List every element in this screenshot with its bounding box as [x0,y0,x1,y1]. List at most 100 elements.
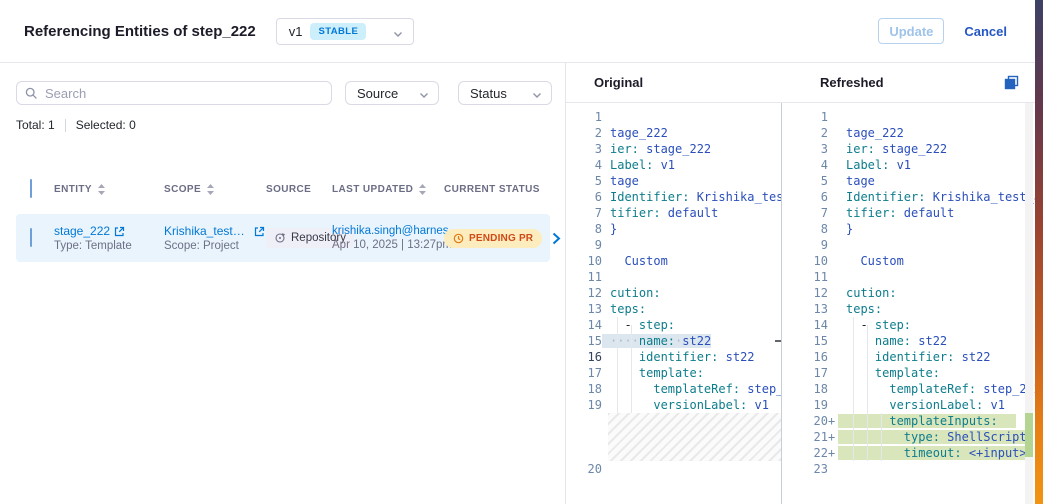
chevron-down-icon [393,26,403,36]
code-line[interactable]: 13teps: [782,301,1035,317]
code-line[interactable]: 14 - step: [566,317,781,333]
table-row[interactable]: stage_222 Type: Template Krishika_test_a… [16,214,550,262]
code-line[interactable]: 5tage [782,173,1035,189]
code-line[interactable]: 9 [782,237,1035,253]
cancel-button[interactable]: Cancel [964,24,1007,39]
code-line[interactable]: 16 identifier: st22 [782,349,1035,365]
overview-ruler[interactable] [1025,103,1033,504]
chevron-right-icon[interactable] [552,232,561,245]
code-text: Identifier: Krishika_test_aut [602,190,781,204]
code-line[interactable]: 13teps: [566,301,781,317]
entities-list-panel: Source Status Total: 1 [0,63,566,504]
column-header-scope: SCOPE [164,184,266,195]
scope-link[interactable]: Krishika_test_au... [164,224,250,238]
refreshed-editor[interactable]: 12tage_2223ier: stage_2224Label: v15tage… [782,103,1035,504]
code-line[interactable]: 21+ type: ShellScript [782,429,1035,445]
code-text: Custom [838,254,904,268]
code-line[interactable]: 3ier: stage_222 [566,141,781,157]
code-line[interactable]: 17 template: [782,365,1035,381]
line-number: 22 [782,446,828,460]
line-number: 3 [566,142,602,156]
repository-icon [274,232,286,244]
code-line[interactable]: 3ier: stage_222 [782,141,1035,157]
code-line[interactable]: 17 template: [566,365,781,381]
code-line[interactable]: 6Identifier: Krishika_test_aut [782,189,1035,205]
code-text: - step: [838,318,911,332]
code-line[interactable]: 1 [782,109,1035,125]
code-line[interactable]: 11 [782,269,1035,285]
code-line[interactable]: 12cution: [782,285,1035,301]
line-number: 18 [566,382,602,396]
select-all-checkbox[interactable] [30,179,32,198]
external-link-icon[interactable] [114,226,125,237]
line-number: 3 [782,142,828,156]
copy-icon[interactable] [1004,75,1019,90]
original-editor[interactable]: 12tage_2223ier: stage_2224Label: v15tage… [566,103,782,504]
yaml-diff-panel: Original Refreshed 12tage_2223ier: stage… [566,63,1035,504]
entity-link[interactable]: stage_222 [54,224,110,238]
entity-type: Type: Template [54,240,164,252]
code-line[interactable]: 19 versionLabel: v1 [782,397,1035,413]
code-text: tifier: default [838,206,954,220]
code-text: templateRef: step_222 [602,382,781,396]
search-input[interactable] [45,86,323,101]
line-number: 23 [782,462,828,476]
code-line[interactable]: 16 identifier: st22 [566,349,781,365]
line-number: 6 [782,190,828,204]
code-line[interactable]: 19 versionLabel: v1 [566,397,781,413]
line-number: 12 [566,286,602,300]
code-line[interactable]: 4Label: v1 [566,157,781,173]
status-filter-select[interactable]: Status [458,81,552,105]
indent-guide [867,325,868,461]
code-line[interactable]: 2tage_222 [782,125,1035,141]
code-line[interactable]: 7tifier: default [566,205,781,221]
diff-add-marker: + [828,446,838,460]
stable-badge: STABLE [310,23,366,40]
code-line[interactable]: 15 name: st22 [782,333,1035,349]
source-filter-select[interactable]: Source [345,81,439,105]
sort-icon[interactable] [98,184,105,195]
code-line[interactable]: 15····name:·st22 [566,333,781,349]
status-badge: PENDING PR [444,229,542,248]
external-link-icon[interactable] [254,226,265,237]
referencing-entities-dialog: Referencing Entities of step_222 v1 STAB… [0,0,1035,504]
code-line[interactable]: 8} [566,221,781,237]
code-line[interactable]: 23 [782,461,1035,477]
search-icon [25,87,38,100]
line-number: 21 [782,430,828,444]
code-line[interactable]: 12cution: [566,285,781,301]
sort-icon[interactable] [207,184,214,195]
code-line[interactable]: 9 [566,237,781,253]
code-line[interactable]: 20+ templateInputs: [782,413,1035,429]
column-header-entity: ENTITY [54,184,164,195]
background-gradient-strip [1035,0,1043,504]
source-cell: Repository [266,228,332,249]
line-number: 14 [566,318,602,332]
code-line[interactable]: 10 Custom [782,253,1035,269]
diff-header: Original Refreshed [566,63,1035,103]
row-checkbox[interactable] [30,228,32,247]
code-line[interactable]: 20 [566,461,781,477]
code-line[interactable]: 22+ timeout: <+input> [782,445,1035,461]
code-line[interactable]: 18 templateRef: step_222 [782,381,1035,397]
code-line[interactable]: 2tage_222 [566,125,781,141]
code-line[interactable]: 6Identifier: Krishika_test_aut [566,189,781,205]
line-number: 7 [782,206,828,220]
diff-add-marker: + [828,430,838,444]
code-line[interactable]: 18 templateRef: step_222 [566,381,781,397]
sort-icon[interactable] [419,184,426,195]
update-button[interactable]: Update [878,18,944,44]
code-line[interactable]: 10 Custom [566,253,781,269]
code-line[interactable]: 4Label: v1 [782,157,1035,173]
code-line[interactable]: 14 - step: [782,317,1035,333]
version-select[interactable]: v1 STABLE [276,18,414,45]
code-line[interactable]: 1 [566,109,781,125]
code-line[interactable]: 5tage [566,173,781,189]
column-header-last-updated: LAST UPDATED [332,184,444,195]
code-line[interactable]: 8} [782,221,1035,237]
code-line[interactable]: 11 [566,269,781,285]
code-text: identifier: st22 [602,350,755,364]
code-line[interactable]: 7 tifier: default [782,205,1035,221]
line-number: 5 [782,174,828,188]
code-text: Label: v1 [838,158,911,172]
